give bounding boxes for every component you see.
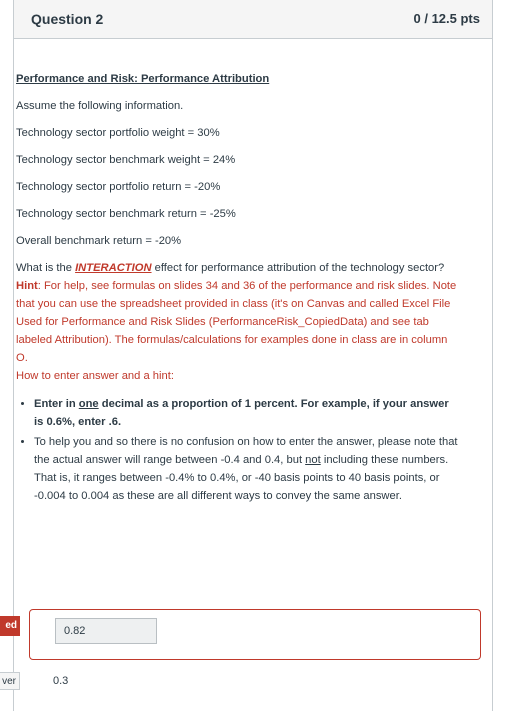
hint-paragraph: Hint: For help, see formulas on slides 3… (16, 277, 461, 367)
intro-text: Assume the following information. (16, 100, 184, 112)
hint-label: Hint (16, 280, 38, 292)
correct-answer-value: 0.3 (53, 675, 69, 687)
fact-item: Technology sector portfolio weight = 30% (16, 127, 220, 139)
bullet-text: Enter in (34, 398, 79, 410)
question-points: 0 / 12.5 pts (413, 11, 480, 26)
fact-item: Technology sector portfolio return = -20… (16, 181, 221, 193)
question-body: Performance and Risk: Performance Attrib… (16, 70, 461, 507)
prompt-pre: What is the (16, 262, 76, 274)
question-prompt: What is the INTERACTION effect for perfo… (16, 259, 461, 277)
question-header: Question 2 0 / 12.5 pts (14, 0, 492, 39)
question-heading: Performance and Risk: Performance Attrib… (16, 73, 270, 85)
hint-text: : For help, see formulas on slides 34 an… (16, 280, 457, 364)
prompt-emphasis: INTERACTION (75, 262, 152, 274)
list-item: Enter in one decimal as a proportion of … (34, 395, 461, 431)
howto-heading: How to enter answer and a hint: (16, 370, 174, 382)
incorrect-answer-tag: ed (0, 616, 20, 636)
question-title: Question 2 (31, 11, 104, 27)
user-answer-box (29, 609, 481, 660)
prompt-post: effect for performance attribution of th… (151, 262, 445, 274)
correct-tag-label: ver (2, 676, 16, 687)
bullet-underline: one (78, 398, 99, 410)
list-item: To help you and so there is no confusion… (34, 433, 461, 505)
fact-item: Technology sector benchmark return = -25… (16, 208, 236, 220)
answer-input[interactable] (55, 618, 157, 644)
instruction-list: Enter in one decimal as a proportion of … (16, 395, 461, 505)
fact-item: Technology sector benchmark weight = 24% (16, 154, 236, 166)
incorrect-tag-label: ed (5, 620, 17, 631)
correct-answer-tag: ver (0, 672, 20, 690)
bullet-underline: not (305, 454, 321, 466)
fact-item: Overall benchmark return = -20% (16, 235, 182, 247)
